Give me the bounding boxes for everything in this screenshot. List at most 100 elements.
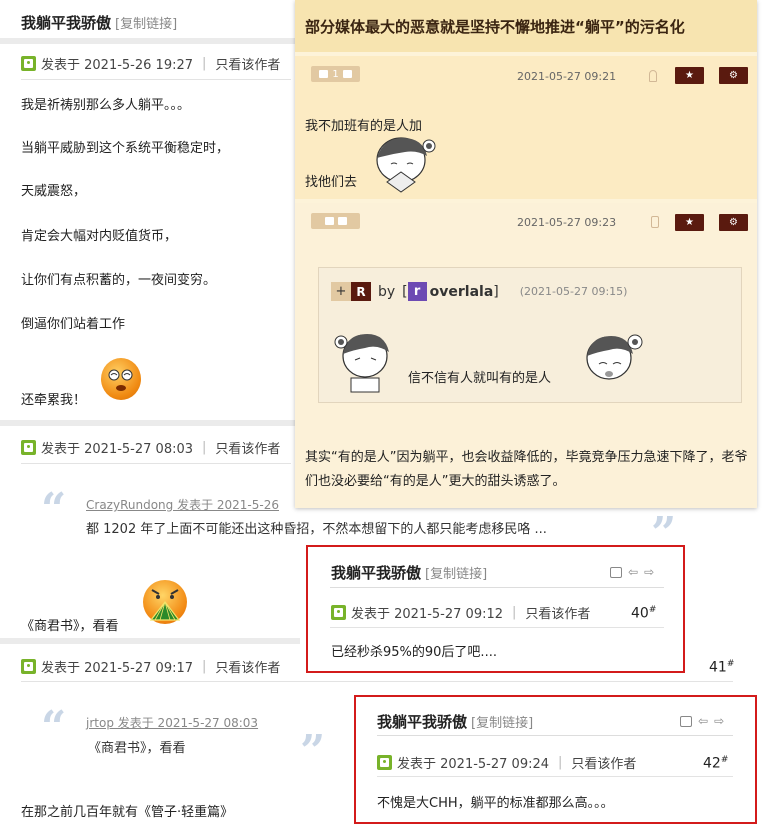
separator: | [512,605,517,620]
card-header: 我躺平我骄傲 [复制链接] [331,562,487,583]
card-actions: ⇦ ⇨ [674,714,724,728]
chibi-sticker-left [334,334,389,393]
divider [0,38,300,44]
separator: | [202,659,207,674]
thumbs-down-icon[interactable] [337,217,347,225]
only-author-link[interactable]: 只看该作者 [525,603,590,622]
reply-text: 找他们去 [305,175,358,190]
post-time: 发表于 2021-5-27 09:17 [41,661,194,676]
user-icon [21,440,36,455]
previous-icon[interactable]: ⇦ [628,565,638,579]
divider [330,627,664,628]
post-preview-card: 我躺平我骄傲 [复制链接] ⇦ ⇨ 发表于 2021-5-27 09:12 | … [306,545,685,673]
by-label: by [378,283,396,300]
divider [21,681,733,682]
print-icon[interactable] [680,715,692,727]
post-meta: 发表于 2021-5-27 09:17 | 只看该作者 [21,657,280,676]
post-time: 发表于 2021-5-27 08:03 [41,442,194,457]
vote-count: 1 [332,68,339,80]
fan-face-emoji [143,580,187,624]
star-button[interactable]: ★ [675,214,704,231]
settings-button[interactable]: ⚙ [719,67,748,84]
thumbs-up-icon[interactable] [324,217,334,225]
separator: | [558,755,563,770]
phone-icon [651,216,659,228]
only-author-link[interactable]: 只看该作者 [571,753,636,772]
reply-time: 2021-05-27 09:23 [517,216,617,229]
quote-author-link[interactable]: CrazyRundong 发表于 2021-5-26 [86,496,279,513]
divider [0,420,300,426]
open-quote-icon: “ [41,484,67,535]
only-author-link[interactable]: 只看该作者 [215,54,280,73]
post-line: 倒逼你们站着工作 [21,317,126,332]
quote-text: 《商君书》，看看 [88,741,186,756]
next-icon[interactable]: ⇨ [644,565,654,579]
post-line: 当躺平威胁到这个系统平衡稳定时， [21,141,230,156]
print-icon[interactable] [610,566,622,578]
reply-panel: 部分媒体最大的恶意就是坚持不懈地推进“躺平”的污名化 1 2021-05-27 … [295,0,757,508]
close-quote-icon: ” [300,726,326,777]
settings-button[interactable]: ⚙ [719,214,748,231]
thumbs-down-icon[interactable] [342,70,352,78]
post-reply: 在那之前几百年就有《管子·轻重篇》 [21,805,234,820]
user-icon [377,755,392,770]
card-header: 我躺平我骄傲 [复制链接] [377,711,533,732]
post-time: 发表于 2021-5-27 09:24 [397,757,550,772]
quote-author-link[interactable]: jrtop 发表于 2021-5-27 08:03 [86,714,258,731]
quote-header: + R by [r overlala] (2021-05-27 09:15) [331,282,627,301]
quote-text: 信不信有人就叫有的是人 [408,371,552,386]
fan-face-icon [149,589,181,621]
dizzy-face-emoji [101,358,141,400]
post-meta: 发表于 2021-5-27 09:12 | 只看该作者 [331,603,590,622]
thread-header: 我躺平我骄傲 [复制链接] [21,12,177,33]
post-line: 我是祈祷别那么多人躺平。。。 [21,98,191,113]
quote-user[interactable]: [r overlala] [402,282,499,301]
separator: | [202,56,207,71]
divider [21,463,291,464]
post-time: 发表于 2021-5-27 09:12 [351,607,504,622]
dizzy-face-icon [108,369,133,391]
post-author[interactable]: 我躺平我骄傲 [21,12,111,33]
copy-link[interactable]: [复制链接] [115,13,177,32]
star-button[interactable]: ★ [675,67,704,84]
only-author-link[interactable]: 只看该作者 [215,657,280,676]
post-preview-card: 我躺平我骄傲 [复制链接] ⇦ ⇨ 发表于 2021-5-27 09:24 | … [354,695,757,824]
android-icon [649,70,657,82]
separator: | [202,440,207,455]
quote-username: overlala [429,283,494,300]
reply-time: 2021-05-27 09:21 [517,70,617,83]
only-author-link[interactable]: 只看该作者 [215,438,280,457]
post-line: 天威震怒， [21,184,87,199]
post-author[interactable]: 我躺平我骄傲 [377,711,467,732]
copy-link[interactable]: [复制链接] [425,563,487,582]
post-text: 已经秒杀95%的90后了吧.... [331,645,497,660]
reply-text: 其实“有的是人”因为躺平，也会收益降低的，毕竟竞争压力急速下降了，老爷们也没必要… [305,450,748,489]
floor-number: 40# [631,605,657,622]
chibi-fan-sticker [376,137,436,193]
thumbs-up-icon[interactable] [319,70,329,78]
quote-time: (2021-05-27 09:15) [519,285,628,298]
user-icon [21,56,36,71]
previous-icon[interactable]: ⇦ [698,714,708,728]
user-icon [21,659,36,674]
card-actions: ⇦ ⇨ [604,565,654,579]
user-initial: r [407,282,427,301]
vote-buttons[interactable]: 1 [311,66,360,82]
quoted-reply: + R by [r overlala] (2021-05-27 09:15) 信不信… [318,267,742,403]
reply-item: 1 2021-05-27 09:21 ★ ⚙ 我不加班有的是人加 找他们去 [295,56,757,199]
vote-buttons[interactable] [311,213,360,229]
post-line: 还牵累我！ [21,393,87,408]
panel-title: 部分媒体最大的恶意就是坚持不懈地推进“躺平”的污名化 [295,0,757,52]
divider [377,776,733,777]
post-text: 不愧是大CHH，躺平的标准都那么高。。。 [377,796,614,811]
next-icon[interactable]: ⇨ [714,714,724,728]
post-reply: 《商君书》，看看 [21,619,119,634]
divider [330,587,664,588]
rating-badge[interactable]: + R [331,282,371,301]
user-icon [331,605,346,620]
copy-link[interactable]: [复制链接] [471,712,533,731]
post-time: 发表于 2021-5-26 19:27 [41,58,194,73]
post-line: 让你们有点积蓄的，一夜间变穷。 [21,273,217,288]
divider [377,735,733,736]
post-author[interactable]: 我躺平我骄傲 [331,562,421,583]
